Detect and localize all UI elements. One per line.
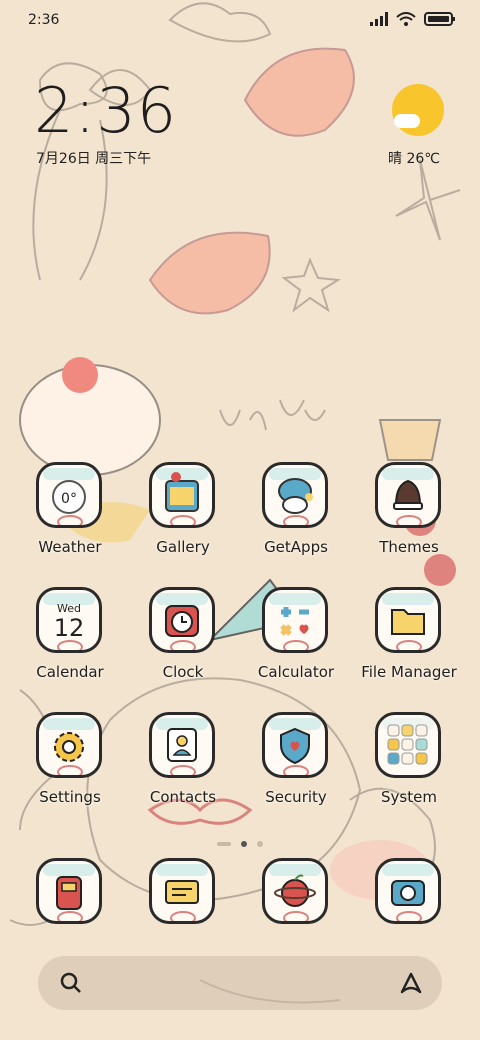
app-gallery[interactable]: Gallery (127, 462, 239, 572)
page-indicator-list (217, 842, 231, 846)
status-icons (370, 12, 456, 26)
app-security[interactable]: Security (240, 712, 352, 822)
dock-app-messages[interactable] (127, 858, 239, 928)
app-getapps[interactable]: GetApps (240, 462, 352, 572)
getapps-icon (262, 462, 328, 528)
security-icon (262, 712, 328, 778)
app-label: System (381, 788, 437, 806)
phone-icon (36, 858, 102, 924)
camera-icon (375, 858, 441, 924)
contacts-icon (149, 712, 215, 778)
page-indicator[interactable] (0, 832, 480, 851)
dock-app-phone[interactable] (14, 858, 126, 928)
file-manager-icon (375, 587, 441, 653)
clock-icon (149, 587, 215, 653)
app-label: Security (265, 788, 327, 806)
wifi-icon (396, 12, 416, 26)
app-label: GetApps (264, 538, 328, 556)
gallery-icon (149, 462, 215, 528)
search-icon[interactable] (56, 968, 86, 998)
app-contacts[interactable]: Contacts (127, 712, 239, 822)
battery-icon (424, 12, 455, 26)
app-system-folder[interactable]: System (353, 712, 465, 822)
app-settings[interactable]: Settings (14, 712, 126, 822)
weather-widget-text[interactable]: 晴 26℃ (388, 148, 440, 168)
weather-sun-icon[interactable] (392, 84, 444, 136)
app-themes[interactable]: Themes (353, 462, 465, 572)
app-label: Settings (39, 788, 101, 806)
clock-widget-time[interactable]: 2:36 (34, 78, 177, 144)
calculator-icon (262, 587, 328, 653)
weather-cloud-icon (394, 114, 420, 128)
themes-icon (375, 462, 441, 528)
search-bar[interactable] (38, 956, 442, 1010)
app-calendar[interactable]: Wed 12 Calendar (14, 587, 126, 697)
dock-app-browser[interactable] (240, 858, 352, 928)
app-weather[interactable]: 0° Weather (14, 462, 126, 572)
app-label: Clock (162, 663, 204, 681)
app-clock[interactable]: Clock (127, 587, 239, 697)
weather-icon: 0° (36, 462, 102, 528)
calendar-date: 12 (54, 614, 85, 642)
clock-widget-date[interactable]: 7月26日 周三下午 (36, 148, 151, 168)
app-file-manager[interactable]: File Manager (353, 587, 465, 697)
page-dot (257, 841, 263, 847)
app-label: Calculator (257, 663, 335, 681)
assistant-icon[interactable] (396, 968, 426, 998)
dock-app-camera[interactable] (353, 858, 465, 928)
app-calculator[interactable]: Calculator (240, 587, 352, 697)
settings-icon (36, 712, 102, 778)
status-time: 2:36 (28, 12, 60, 28)
app-label: Gallery (156, 538, 210, 556)
app-label: Themes (379, 538, 439, 556)
weather-badge: 0° (61, 491, 77, 507)
status-bar: 2:36 (0, 8, 480, 34)
messages-icon (149, 858, 215, 924)
browser-icon (262, 858, 328, 924)
app-label: File Manager (361, 663, 457, 681)
page-dot-active (241, 841, 247, 847)
system-folder-icon (375, 712, 441, 778)
calendar-icon: Wed 12 (36, 587, 102, 653)
signal-icon (370, 12, 388, 26)
app-label: Contacts (149, 788, 217, 806)
app-label: Weather (38, 538, 102, 556)
app-label: Calendar (36, 663, 104, 681)
